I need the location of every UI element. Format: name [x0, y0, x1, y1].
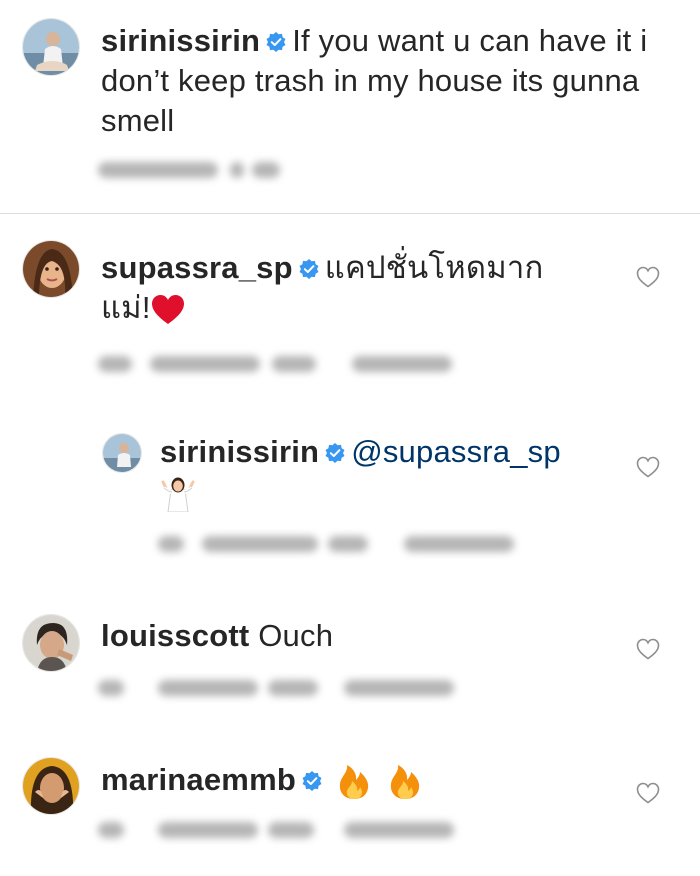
person-shrugging-emoji-icon [161, 477, 195, 512]
caption-meta-blurred [98, 156, 288, 184]
avatar[interactable] [22, 757, 80, 815]
comment-text: supassra_sp แคปชั่นโหดมาก แม่! [101, 248, 581, 328]
mention-link[interactable]: @supassra_sp [351, 434, 561, 469]
avatar-photo [103, 434, 141, 472]
comment-username[interactable]: supassra_sp [101, 250, 293, 285]
comment-username[interactable]: louisscott [101, 618, 249, 653]
verified-badge-icon [299, 259, 319, 279]
reply-text: sirinissirin @supassra_sp [160, 432, 600, 512]
comment-meta-blurred [98, 350, 468, 378]
comment-meta-blurred [98, 816, 468, 844]
comment-item: supassra_sp แคปชั่นโหดมาก แม่! [0, 214, 700, 384]
like-heart-icon[interactable] [636, 638, 660, 660]
avatar[interactable] [22, 240, 80, 298]
avatar-photo [23, 19, 79, 75]
avatar[interactable] [22, 18, 80, 76]
comment-username[interactable]: marinaemmb [101, 762, 296, 797]
avatar-photo [23, 241, 79, 297]
avatar[interactable] [22, 614, 80, 672]
like-heart-icon[interactable] [636, 782, 660, 804]
comment-item: louisscott Ouch [0, 600, 700, 730]
comment-meta-blurred [98, 674, 468, 702]
caption-username[interactable]: sirinissirin [101, 23, 260, 58]
verified-badge-icon [325, 443, 345, 463]
reply-username[interactable]: sirinissirin [160, 434, 319, 469]
caption-text: sirinissirin If you want u can have it i … [101, 21, 681, 141]
comment-body: Ouch [258, 618, 334, 653]
avatar[interactable] [102, 433, 142, 473]
reply-item: sirinissirin @supassra_sp [0, 416, 700, 586]
avatar-photo [23, 615, 79, 671]
verified-badge-icon [302, 771, 322, 791]
red-heart-emoji-icon [151, 294, 184, 324]
reply-meta-blurred [158, 530, 528, 558]
fire-emoji-icon [339, 764, 368, 799]
comment-text: marinaemmb [101, 760, 581, 800]
comment-text: louisscott Ouch [101, 616, 581, 656]
like-heart-icon[interactable] [636, 266, 660, 288]
avatar-photo [23, 758, 79, 814]
verified-badge-icon [266, 32, 286, 52]
fire-emoji-icon [390, 764, 419, 799]
caption: sirinissirin If you want u can have it i … [0, 0, 700, 214]
like-heart-icon[interactable] [636, 456, 660, 478]
comment-item: marinaemmb [0, 744, 700, 876]
